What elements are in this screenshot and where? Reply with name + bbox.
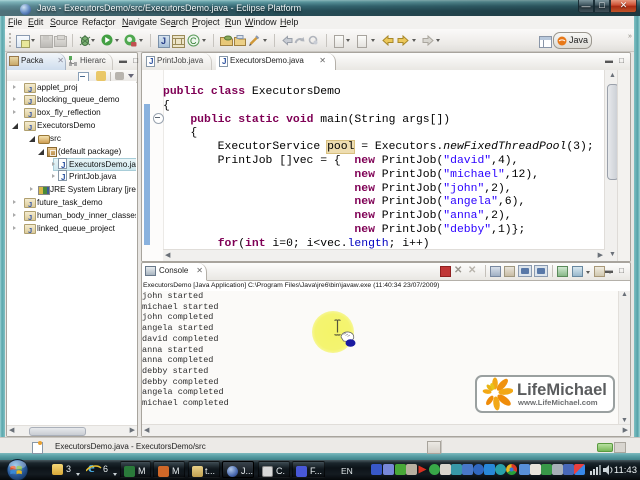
svg-text:C: C (190, 36, 197, 46)
